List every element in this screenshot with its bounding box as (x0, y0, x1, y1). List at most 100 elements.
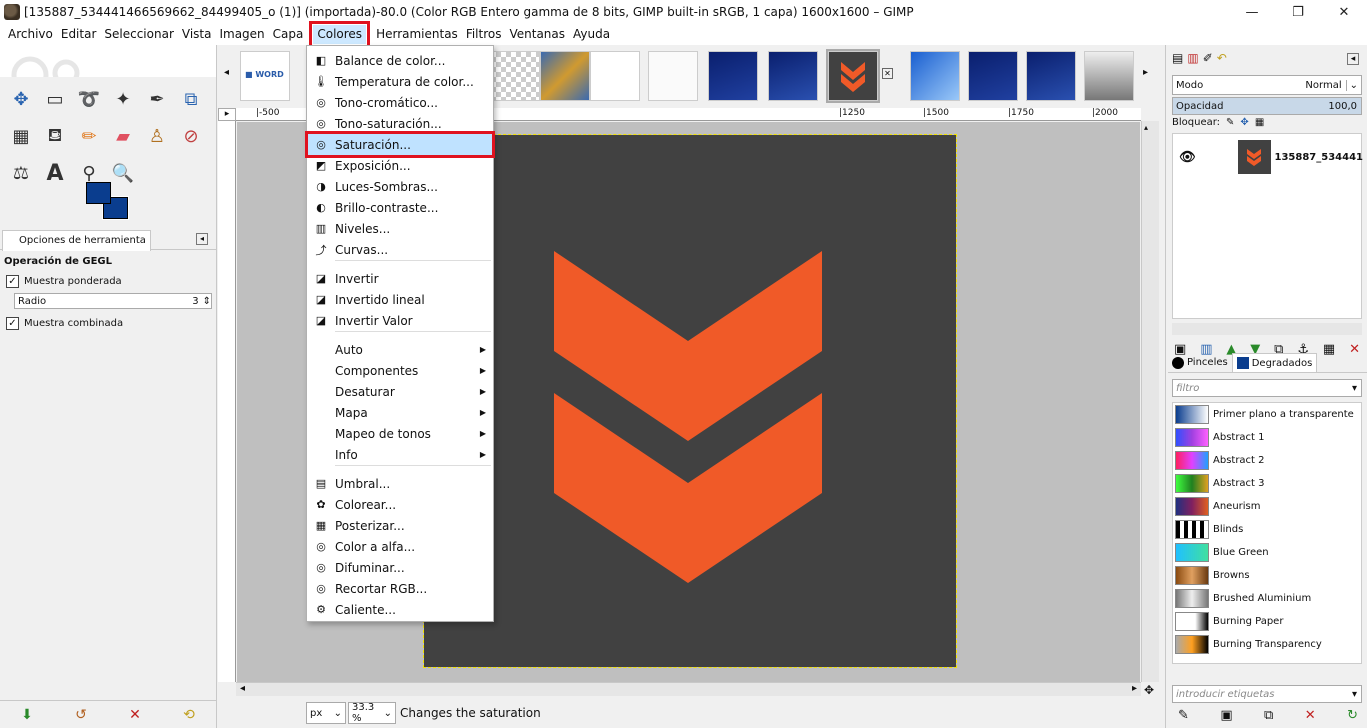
close-button[interactable]: ✕ (1321, 0, 1367, 24)
lock-position-icon[interactable]: ✥ (1240, 117, 1248, 128)
menu-seleccionar[interactable]: Seleccionar (100, 25, 177, 44)
merged-sample-option[interactable]: ✓ Muestra combinada (6, 317, 216, 330)
maximize-button[interactable]: ❐ (1275, 0, 1321, 24)
fuzzy-select-tool-icon[interactable]: ✦ (106, 81, 140, 118)
menu-item-balance-de-color[interactable]: ◧ Balance de color... (308, 50, 492, 71)
tab-menu-icon[interactable]: ◂ (196, 233, 208, 245)
menu-capa[interactable]: Capa (269, 25, 308, 44)
weighted-sample-option[interactable]: ✓ Muestra ponderada (6, 275, 216, 288)
tags-input[interactable]: introducir etiquetas ▾ (1172, 685, 1362, 703)
gradient-item[interactable]: Abstract 1 (1173, 426, 1361, 449)
menu-item-info[interactable]: Info ▶ (308, 444, 492, 465)
quick-mask-icon[interactable]: ▸ (218, 108, 236, 121)
layers-tab-icon[interactable]: ▤ (1172, 51, 1183, 65)
menu-vista[interactable]: Vista (178, 25, 216, 44)
warp-tool-icon[interactable]: ⚖ (4, 155, 38, 192)
checkbox-icon[interactable]: ✓ (6, 275, 19, 288)
gradient-item[interactable]: Abstract 3 (1173, 472, 1361, 495)
gradient-item[interactable]: Burning Paper (1173, 610, 1361, 633)
menu-ventanas[interactable]: Ventanas (505, 25, 569, 44)
spin-arrows-icon[interactable]: ⇕ (203, 296, 211, 307)
move-tool-icon[interactable]: ✥ (4, 81, 38, 118)
image-thumbnail[interactable] (540, 51, 590, 101)
menu-item-difuminar[interactable]: ◎ Difuminar... (308, 557, 492, 578)
unit-select[interactable]: px ⌄ (306, 702, 346, 724)
paths-tool-icon[interactable]: ✒ (140, 81, 174, 118)
gradient-item[interactable]: Burning Transparency (1173, 633, 1361, 656)
menu-item-brillo-contraste[interactable]: ◐ Brillo-contraste... (308, 197, 492, 218)
menu-item-colorear[interactable]: ✿ Colorear... (308, 494, 492, 515)
fill-tool-icon[interactable]: ⛾ (38, 118, 72, 155)
menu-item-niveles[interactable]: ▥ Niveles... (308, 218, 492, 239)
image-thumbnail[interactable] (648, 51, 698, 101)
brushes-tab[interactable]: Pinceles (1168, 353, 1232, 372)
new-gradient-icon[interactable]: ▣ (1220, 708, 1232, 723)
eraser-tool-icon[interactable]: ▰ (106, 118, 140, 155)
menu-item-posterizar[interactable]: ▦ Posterizar... (308, 515, 492, 536)
menu-item-umbral[interactable]: ▤ Umbral... (308, 473, 492, 494)
gradient-item[interactable]: Blue Green (1173, 541, 1361, 564)
image-thumbnail[interactable] (708, 51, 758, 101)
gradients-tab[interactable]: Degradados (1231, 353, 1318, 372)
menu-item-recortar-rgb[interactable]: ◎ Recortar RGB... (308, 578, 492, 599)
menu-item-color-a-alfa[interactable]: ◎ Color a alfa... (308, 536, 492, 557)
checkbox-icon[interactable]: ✓ (6, 317, 19, 330)
menu-item-mapa[interactable]: Mapa ▶ (308, 402, 492, 423)
transform-tool-icon[interactable]: ⧉ (174, 81, 208, 118)
menu-item-componentes[interactable]: Componentes ▶ (308, 360, 492, 381)
smudge-tool-icon[interactable]: ⊘ (174, 118, 208, 155)
menu-herramientas[interactable]: Herramientas (372, 25, 462, 44)
vertical-scrollbar[interactable]: ▴ (1141, 121, 1159, 682)
menu-item-exposición[interactable]: ◩ Exposición... (308, 155, 492, 176)
menu-imagen[interactable]: Imagen (215, 25, 268, 44)
menu-item-temperatura-de-color[interactable]: 🌡 Temperatura de color... (308, 71, 492, 92)
foreground-color[interactable] (86, 182, 111, 204)
layer-mode-select[interactable]: Modo Normal ⌄ (1172, 75, 1362, 95)
image-thumbnail[interactable] (910, 51, 960, 101)
restore-options-icon[interactable]: ↺ (75, 707, 87, 723)
menu-item-invertir-valor[interactable]: ◪ Invertir Valor (308, 310, 492, 331)
gradient-item[interactable]: Brushed Aluminium (1173, 587, 1361, 610)
lock-pixels-icon[interactable]: ✎ (1226, 117, 1234, 128)
zoom-select[interactable]: 33.3 % ⌄ (348, 702, 396, 724)
scroll-up-icon[interactable]: ▴ (1144, 123, 1148, 132)
menu-item-invertido-lineal[interactable]: ◪ Invertido lineal (308, 289, 492, 310)
image-thumbnail[interactable] (590, 51, 640, 101)
visibility-eye-icon[interactable]: 👁 (1173, 150, 1202, 165)
layer-row[interactable]: 👁 135887_534441 (1173, 138, 1363, 176)
edit-gradient-icon[interactable]: ✎ (1178, 708, 1189, 723)
crop-tool-icon[interactable]: ▦ (4, 118, 38, 155)
fg-bg-color-selector[interactable] (86, 182, 130, 222)
active-image-thumbnail[interactable] (826, 49, 880, 103)
gradient-item[interactable]: Abstract 2 (1173, 449, 1361, 472)
menu-ayuda[interactable]: Ayuda (569, 25, 614, 44)
rect-select-tool-icon[interactable]: ▭ (38, 81, 72, 118)
paths-tab-icon[interactable]: ✐ (1203, 51, 1213, 65)
gradient-item[interactable]: Aneurism (1173, 495, 1361, 518)
filter-input[interactable]: filtro ▾ (1172, 379, 1362, 397)
menu-item-tono-cromático[interactable]: ◎ Tono-cromático... (308, 92, 492, 113)
menu-item-saturación[interactable]: ◎ Saturación... (305, 131, 495, 158)
reset-options-icon[interactable]: ⟲ (183, 707, 195, 723)
image-thumbnail[interactable] (768, 51, 818, 101)
tool-options-tab[interactable]: Opciones de herramienta (2, 230, 151, 251)
refresh-gradients-icon[interactable]: ↻ (1347, 708, 1358, 723)
image-thumbnail[interactable]: ■ WORD (240, 51, 290, 101)
menu-item-auto[interactable]: Auto ▶ (308, 339, 492, 360)
menu-item-mapeo-de-tonos[interactable]: Mapeo de tonos ▶ (308, 423, 492, 444)
gradient-item[interactable]: Browns (1173, 564, 1361, 587)
scroll-right-icon[interactable]: ▸ (1143, 67, 1148, 78)
menu-archivo[interactable]: Archivo (4, 25, 57, 44)
scroll-right-icon[interactable]: ▸ (1132, 683, 1137, 694)
scroll-left-icon[interactable]: ◂ (240, 683, 245, 694)
menu-editar[interactable]: Editar (57, 25, 101, 44)
lasso-tool-icon[interactable]: ➰ (72, 81, 106, 118)
image-thumbnail[interactable] (1026, 51, 1076, 101)
gradient-item[interactable]: Primer plano a transparente (1173, 403, 1361, 426)
menu-item-desaturar[interactable]: Desaturar ▶ (308, 381, 492, 402)
image-thumbnail[interactable] (1084, 51, 1134, 101)
delete-options-icon[interactable]: ✕ (129, 707, 141, 723)
horizontal-scrollbar[interactable]: ◂ ▸ (236, 682, 1141, 696)
minimize-button[interactable]: — (1229, 0, 1275, 24)
image-thumbnail[interactable] (490, 51, 540, 101)
